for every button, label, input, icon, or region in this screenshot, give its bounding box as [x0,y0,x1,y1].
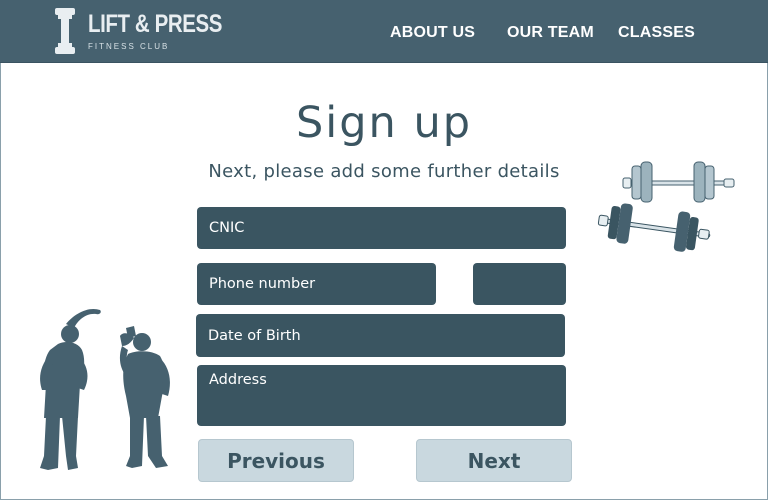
navbar: LIFT & PRESS FITNESS CLUB ABOUT US OUR T… [0,0,768,63]
cnic-field[interactable] [197,207,566,249]
previous-button[interactable]: Previous [198,439,354,482]
dumbbell-logo-icon [55,8,75,54]
nav-classes[interactable]: CLASSES [618,24,695,42]
address-field[interactable] [197,365,566,426]
page-title: Sign up [295,98,472,148]
date-of-birth-field[interactable] [196,314,565,357]
stretching-people-illustration [40,308,170,470]
phone-extra-field[interactable] [473,263,566,305]
brand-name: LIFT & PRESS [88,10,223,38]
nav-our-team[interactable]: OUR TEAM [507,24,594,42]
dumbbells-illustration [597,161,735,252]
brand-logo[interactable]: LIFT & PRESS FITNESS CLUB [53,8,222,54]
next-button[interactable]: Next [416,439,572,482]
phone-number-field[interactable] [197,263,436,305]
brand-tagline: FITNESS CLUB [88,42,170,51]
nav-about-us[interactable]: ABOUT US [390,24,475,42]
